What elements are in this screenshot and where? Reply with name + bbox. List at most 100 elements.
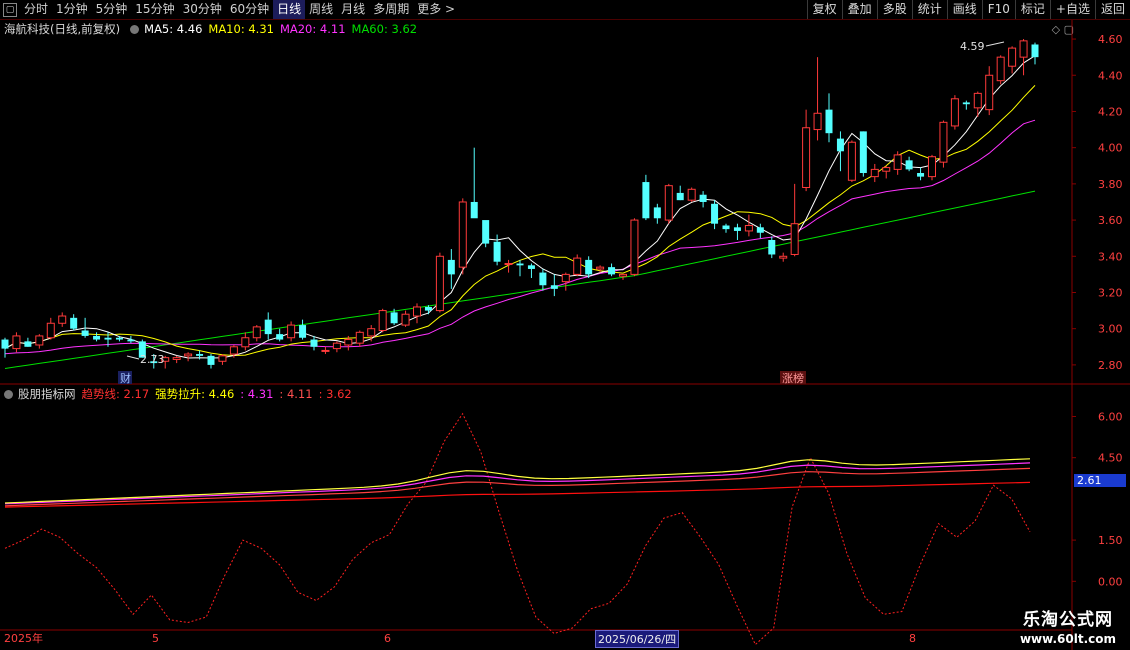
candle-body-up <box>241 337 250 348</box>
candle-body-down <box>608 267 616 275</box>
watermark-title: 乐淘公式网 <box>1022 610 1113 630</box>
cursor-date-label: 2025/06/26/四 <box>595 630 680 648</box>
candle-body-down <box>768 239 776 255</box>
candle-body-down <box>527 265 535 269</box>
candle-body-up <box>504 263 513 266</box>
date-axis-aug: 8 <box>909 632 916 645</box>
candle-body-up <box>802 127 811 188</box>
candle-body-down <box>482 220 490 244</box>
sub-axis: 6.00 4.50 1.50 0.00 <box>1072 410 1123 588</box>
candle-body-down <box>207 355 215 365</box>
candle-body-up <box>939 121 948 163</box>
sub-tick-label: 0.00 <box>1098 575 1123 588</box>
candle-body-up <box>12 335 21 350</box>
candle-body-up <box>367 328 376 337</box>
candle-body-down <box>447 259 455 275</box>
candle-body-down <box>539 272 547 286</box>
candle-body-up <box>401 313 410 326</box>
candle-body-up <box>630 219 639 275</box>
sub-line-ma10 <box>4 462 1031 505</box>
candle-body-up <box>184 353 193 357</box>
candle-body-down <box>115 337 123 340</box>
candle-body-down <box>550 285 558 289</box>
sub-axis-marker: 2.61 <box>1074 474 1126 487</box>
candle-body-down <box>424 306 432 311</box>
candle-body-up <box>252 326 261 339</box>
candle-body-up <box>229 346 238 355</box>
candle-body-up <box>46 322 55 339</box>
candle-body-down <box>585 259 593 275</box>
candle-body-up <box>218 355 227 362</box>
candle-body-up <box>985 74 994 111</box>
candle-body-down <box>722 225 730 230</box>
candle-body-up <box>813 112 822 131</box>
candle-body-up <box>378 310 387 332</box>
high-price-annotation: 4.59 <box>960 40 985 53</box>
candle-body-up <box>596 266 605 270</box>
candles <box>1 39 1039 369</box>
high-arrow-icon <box>985 41 1005 47</box>
candle-body-down <box>756 227 764 233</box>
candle-body-up <box>355 331 364 344</box>
candle-body-up <box>744 225 753 232</box>
candle-body-down <box>390 312 398 324</box>
kline-chart[interactable]: 4.60 4.40 4.20 4.00 3.80 3.60 3.40 3.20 3.00 2.80… <box>0 0 1130 650</box>
zhangting-marker[interactable]: 涨榜 <box>782 371 804 385</box>
sub-line-ma20 <box>4 467 1031 507</box>
candle-body-up <box>790 223 799 255</box>
sub-indicator-lines <box>4 412 1031 646</box>
candle-body-down <box>905 160 913 170</box>
date-axis-year: 2025年 <box>4 631 43 645</box>
candle-body-down <box>1 339 9 349</box>
candle-body-up <box>58 315 67 324</box>
price-tick-label: 4.00 <box>1098 142 1123 155</box>
price-tick-label: 4.40 <box>1098 69 1123 82</box>
candle-body-down <box>836 138 844 152</box>
candle-body-down <box>264 319 272 335</box>
candle-body-down <box>711 203 719 224</box>
candle-body-up <box>321 349 330 352</box>
candle-body-down <box>81 330 89 336</box>
cai-marker[interactable]: 财 <box>120 371 131 385</box>
candle-body-up <box>332 342 341 350</box>
trend-line-dotted <box>4 412 1031 646</box>
date-axis-may: 5 <box>152 632 159 645</box>
price-axis: 4.60 4.40 4.20 4.00 3.80 3.60 3.40 3.20 3.00 2.80 <box>1072 33 1123 372</box>
candle-body-down <box>196 354 204 356</box>
candle-body-up <box>619 273 627 277</box>
candle-body-down <box>642 182 650 219</box>
candle-body-up <box>344 339 353 346</box>
sub-line-ma60 <box>4 481 1031 508</box>
price-tick-label: 3.00 <box>1098 323 1123 336</box>
low-price-annotation: 2.73 <box>140 353 165 366</box>
candle-body-down <box>493 241 501 262</box>
ma60-line <box>4 190 1036 369</box>
candle-body-down <box>276 334 284 340</box>
candle-body-up <box>870 168 879 178</box>
candle-body-down <box>127 339 135 342</box>
chart-frame <box>0 20 1130 650</box>
candle-body-up <box>287 324 296 339</box>
candle-body-down <box>24 341 32 347</box>
candle-body-up <box>847 141 856 181</box>
price-tick-label: 3.20 <box>1098 286 1123 299</box>
candle-body-down <box>104 337 112 340</box>
candle-body-up <box>882 167 891 172</box>
date-axis-june: 6 <box>384 632 391 645</box>
candle-body-up <box>928 156 936 178</box>
ma20-line <box>4 119 1036 355</box>
sub-tick-label: 6.00 <box>1098 410 1123 423</box>
ma-lines <box>4 55 1036 369</box>
candle-body-up <box>893 154 902 170</box>
candle-body-up <box>573 257 582 275</box>
low-arrow-icon <box>126 355 140 360</box>
sub-line-ma5 <box>4 458 1031 504</box>
candle-body-down <box>516 263 524 266</box>
ma10-line <box>4 85 1036 357</box>
candle-body-up <box>1008 47 1017 67</box>
price-tick-label: 2.80 <box>1098 359 1123 372</box>
price-tick-label: 3.60 <box>1098 214 1123 227</box>
candle-body-up <box>1019 40 1028 58</box>
candle-body-up <box>664 185 673 221</box>
candle-body-down <box>825 109 833 134</box>
